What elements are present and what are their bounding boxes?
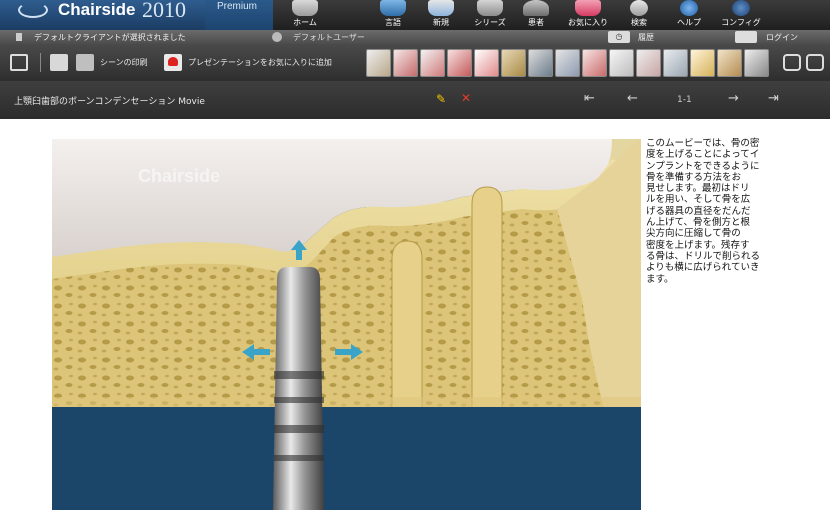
movie-description: このムービーでは、骨の密 度を上げることによってイ ンプラントをできるように 骨… [646, 138, 761, 285]
previous-scene-icon[interactable]: ← [627, 91, 638, 106]
watermark-text: Chairside [138, 166, 221, 186]
next-scene-icon[interactable]: → [728, 91, 739, 106]
scene-thumbnail[interactable] [420, 49, 445, 77]
nav-config-button[interactable]: コンフィグ [718, 0, 764, 30]
new-icon [428, 0, 454, 16]
print-scene-button[interactable]: シーンの印刷 [100, 57, 148, 68]
scene-thumbnail[interactable] [501, 49, 526, 77]
pencil-icon[interactable]: ✎ [436, 92, 446, 106]
nav-help-button[interactable]: ヘルプ [668, 0, 710, 30]
pin-icon[interactable] [16, 33, 22, 41]
heart-icon[interactable] [164, 54, 182, 71]
scene-toolbar: シーンの印刷 プレゼンテーションをお気に入りに追加 [0, 44, 830, 81]
status-bar: デフォルトクライアントが選択されました デフォルトユーザー ◷ 履歴 ログイン [0, 30, 830, 44]
nav-label: ホーム [293, 18, 317, 27]
movie-title: 上顎臼歯部のボーンコンデンセーション Movie [14, 94, 205, 107]
search-icon [630, 0, 648, 16]
nav-label: 新規 [433, 18, 449, 27]
nav-search-button[interactable]: 検索 [618, 0, 660, 30]
nav-home-button[interactable]: ホーム [283, 0, 327, 30]
language-icon [380, 0, 406, 16]
scene-thumbnail[interactable] [393, 49, 418, 77]
scene-thumbnail[interactable] [528, 49, 553, 77]
last-scene-icon[interactable]: ⇥ [768, 91, 779, 106]
expand-icon[interactable] [783, 54, 801, 71]
fullscreen-grid-icon[interactable] [10, 54, 28, 71]
edition-label: Premium [205, 0, 273, 30]
brand-year: 2010 [142, 0, 186, 22]
presentation-mode-icon[interactable] [806, 54, 824, 71]
close-icon[interactable]: ✕ [461, 91, 471, 105]
scene-thumbnail[interactable] [609, 49, 634, 77]
nav-label: コンフィグ [721, 18, 761, 27]
scene-thumbnail[interactable] [717, 49, 742, 77]
bone-condensation-illustration [52, 139, 641, 510]
nav-label: 言語 [385, 18, 401, 27]
scene-thumbnail[interactable] [474, 49, 499, 77]
help-icon [680, 0, 698, 16]
patient-icon [523, 0, 549, 16]
scene-thumbnail[interactable] [744, 49, 769, 77]
history-link[interactable]: 履歴 [638, 32, 654, 43]
nav-label: シリーズ [474, 18, 506, 27]
nav-language-button[interactable]: 言語 [372, 0, 414, 30]
client-status-text[interactable]: デフォルトクライアントが選択されました [34, 32, 186, 43]
scene-thumbnail[interactable] [555, 49, 580, 77]
movie-title-bar: 上顎臼歯部のボーンコンデンセーション Movie ✎ ✕ ⇤ ← 1-1 → ⇥ [0, 81, 830, 119]
nav-favorites-button[interactable]: お気に入り [562, 0, 614, 30]
scene-thumbnail[interactable] [636, 49, 661, 77]
nav-series-button[interactable]: シリーズ [468, 0, 512, 30]
current-user-text[interactable]: デフォルトユーザー [293, 32, 365, 43]
gear-icon [732, 0, 750, 16]
add-presentation-to-favorites-button[interactable]: プレゼンテーションをお気に入りに追加 [188, 57, 332, 68]
favorites-icon [575, 0, 601, 16]
nav-new-button[interactable]: 新規 [420, 0, 462, 30]
history-clock-icon[interactable]: ◷ [608, 31, 630, 43]
first-scene-icon[interactable]: ⇤ [584, 91, 595, 106]
printer-icon[interactable] [76, 54, 94, 71]
nav-label: 患者 [528, 18, 544, 27]
app-logo[interactable]: Chairside 2010 [0, 0, 205, 30]
toolbar-divider [40, 53, 41, 72]
series-icon [477, 0, 503, 16]
movie-title-text: 上顎臼歯部のボーンコンデンセーション [14, 97, 176, 107]
brand-name: Chairside [58, 0, 136, 19]
user-icon [272, 32, 282, 42]
movie-kind: Movie [178, 97, 205, 107]
scene-thumbnail[interactable] [690, 49, 715, 77]
scene-thumbnail[interactable] [366, 49, 391, 77]
logo-swoosh-icon [18, 2, 48, 18]
home-icon [292, 0, 318, 16]
scene-list-icon[interactable] [50, 54, 68, 71]
lock-icon[interactable] [735, 31, 757, 43]
scene-thumbnail[interactable] [582, 49, 607, 77]
movie-player[interactable]: Chairside [52, 139, 641, 510]
scene-thumbnail[interactable] [447, 49, 472, 77]
nav-patient-button[interactable]: 患者 [518, 0, 554, 30]
login-link[interactable]: ログイン [766, 32, 798, 43]
app-header: Chairside 2010 Premium ホーム 言語 新規 シリーズ 患者… [0, 0, 830, 30]
scene-page-indicator: 1-1 [677, 95, 692, 105]
nav-label: 検索 [631, 18, 647, 27]
nav-label: ヘルプ [677, 18, 701, 27]
scene-thumbnail[interactable] [663, 49, 688, 77]
nav-label: お気に入り [568, 18, 608, 27]
